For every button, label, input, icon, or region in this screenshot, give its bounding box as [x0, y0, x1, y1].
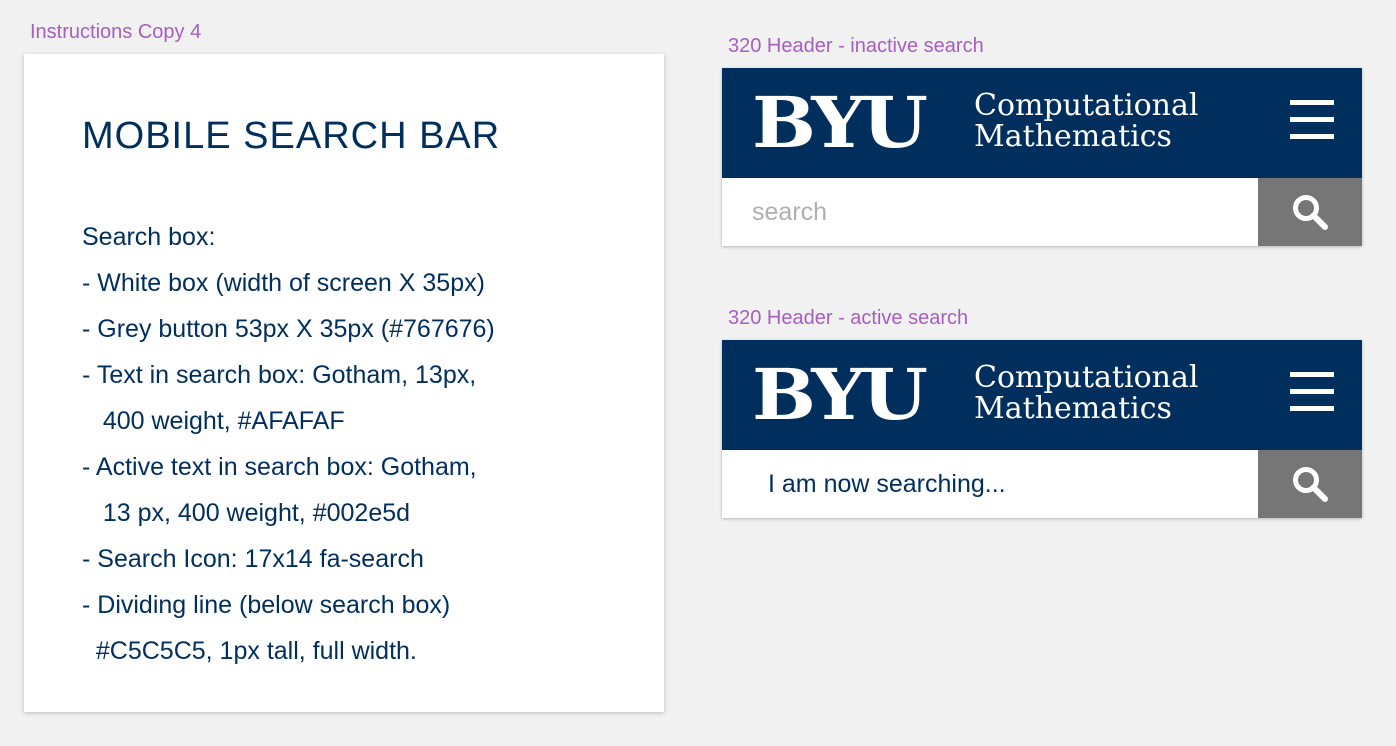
inactive-header-artboard-label: 320 Header - inactive search — [728, 35, 984, 57]
spec-line: - Grey button 53px X 35px (#767676) — [82, 315, 495, 343]
spec-line: - White box (width of screen X 35px) — [82, 269, 485, 297]
search-input-active[interactable] — [722, 450, 1258, 518]
menu-button[interactable] — [1290, 372, 1334, 411]
instructions-title: MOBILE SEARCH BAR — [82, 115, 501, 157]
search-icon — [1293, 467, 1328, 502]
search-bar — [722, 178, 1362, 246]
site-title-line2: Mathematics — [974, 391, 1172, 426]
site-title-line1: Computational — [974, 88, 1199, 123]
spec-line: 400 weight, #AFAFAF — [82, 407, 345, 435]
spec-list: Search box: - White box (width of screen… — [82, 214, 495, 674]
navbar: BYU Computational Mathematics — [722, 340, 1362, 450]
spec-line: Search box: — [82, 223, 216, 251]
search-button[interactable] — [1258, 178, 1362, 246]
byu-logo[interactable]: BYU — [752, 88, 928, 158]
spec-line: - Dividing line (below search box) — [82, 591, 451, 619]
active-search-header: BYU Computational Mathematics — [722, 340, 1362, 518]
active-header-artboard-label: 320 Header - active search — [728, 307, 969, 329]
spec-line: - Search Icon: 17x14 fa-search — [82, 545, 424, 573]
spec-line: 13 px, 400 weight, #002e5d — [82, 499, 411, 527]
spec-line: #C5C5C5, 1px tall, full width. — [82, 637, 417, 665]
hamburger-icon — [1290, 100, 1334, 105]
hamburger-icon — [1290, 372, 1334, 377]
site-title[interactable]: Computational Mathematics — [974, 362, 1198, 424]
site-title[interactable]: Computational Mathematics — [974, 90, 1198, 152]
navbar: BYU Computational Mathematics — [722, 68, 1362, 178]
menu-button[interactable] — [1290, 100, 1334, 139]
site-title-line1: Computational — [974, 360, 1199, 395]
search-input[interactable] — [722, 178, 1258, 246]
inactive-search-header: BYU Computational Mathematics — [722, 68, 1362, 246]
spec-line: - Active text in search box: Gotham, — [82, 453, 477, 481]
instructions-artboard-label: Instructions Copy 4 — [30, 21, 202, 43]
search-icon — [1293, 195, 1328, 230]
instructions-card: MOBILE SEARCH BAR Search box: - White bo… — [24, 54, 664, 712]
search-bar — [722, 450, 1362, 518]
spec-line: - Text in search box: Gotham, 13px, — [82, 361, 477, 389]
search-button[interactable] — [1258, 450, 1362, 518]
byu-logo[interactable]: BYU — [752, 360, 928, 430]
site-title-line2: Mathematics — [974, 119, 1172, 154]
